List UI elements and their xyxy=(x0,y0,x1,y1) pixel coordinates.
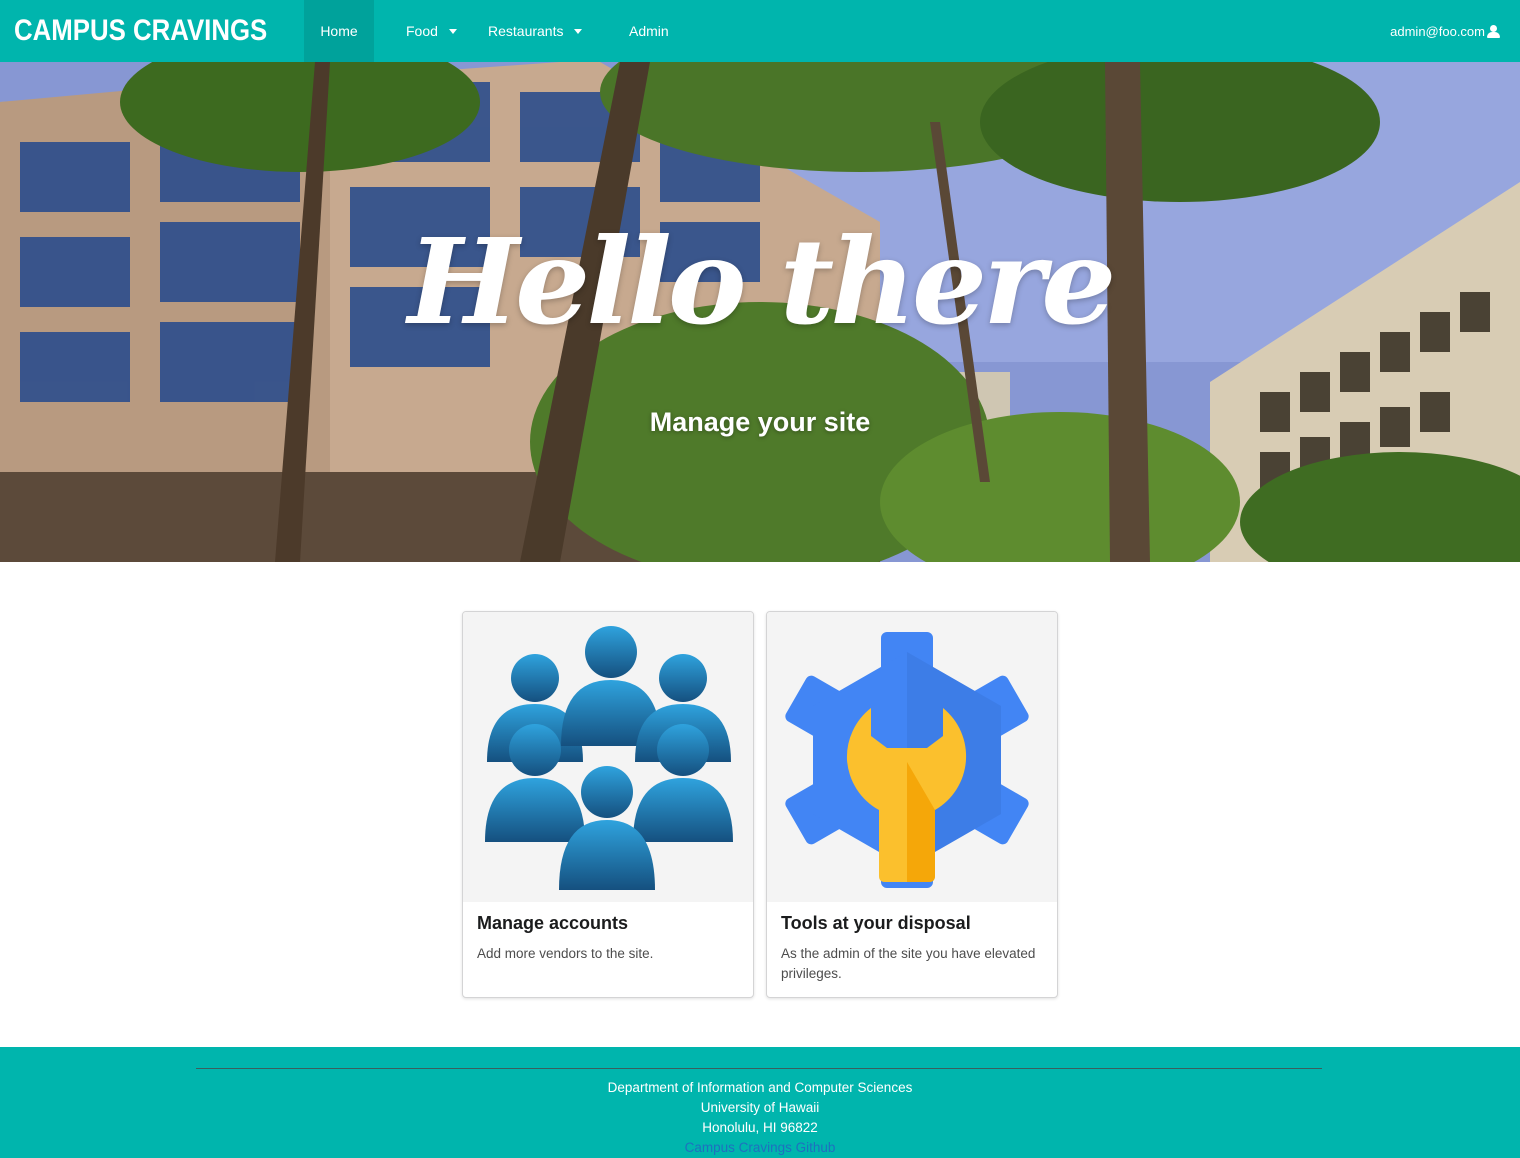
footer-divider xyxy=(196,1068,1322,1069)
users-group-icon xyxy=(485,626,733,890)
nav-home[interactable]: Home xyxy=(304,0,374,62)
caret-down-icon xyxy=(574,28,583,34)
user-email: admin@foo.com xyxy=(1390,23,1485,39)
hero-banner: Hello there Manage your site xyxy=(0,62,1520,562)
tools-card[interactable]: Tools at your disposal As the admin of t… xyxy=(766,611,1058,998)
user-menu[interactable]: admin@foo.com xyxy=(1390,0,1500,62)
hero-subtitle: Manage your site xyxy=(649,407,871,437)
top-navbar: CAMPUS CRAVINGS Home Food Restaurants Ad… xyxy=(0,0,1520,62)
github-link[interactable]: Campus Cravings Github xyxy=(685,1140,836,1155)
card-description: As the admin of the site you have elevat… xyxy=(781,946,1036,981)
caret-down-icon xyxy=(448,28,457,34)
user-icon xyxy=(1487,24,1500,38)
brand-logo[interactable]: CAMPUS CRAVINGS xyxy=(14,12,267,50)
footer-address: Honolulu, HI 96822 xyxy=(702,1120,818,1135)
footer-department: Department of Information and Computer S… xyxy=(607,1080,913,1095)
card-header: Tools at your disposal xyxy=(781,913,971,933)
nav-restaurants-label: Restaurants xyxy=(488,23,564,39)
nav-restaurants-dropdown[interactable]: Restaurants xyxy=(488,0,583,62)
card-image xyxy=(463,612,753,902)
card-description: Add more vendors to the site. xyxy=(477,946,654,961)
card-header: Manage accounts xyxy=(477,913,629,933)
hero-title: Hello there xyxy=(407,212,1117,351)
card-image xyxy=(767,612,1057,902)
settings-wrench-icon xyxy=(785,632,1029,888)
nav-admin-label: Admin xyxy=(629,23,669,39)
manage-accounts-card[interactable]: Manage accounts Add more vendors to the … xyxy=(462,611,754,998)
page-footer: Department of Information and Computer S… xyxy=(0,1047,1520,1158)
nav-home-label: Home xyxy=(320,23,358,39)
nav-admin[interactable]: Admin xyxy=(629,0,669,62)
nav-food-dropdown[interactable]: Food xyxy=(406,0,457,62)
footer-text: Department of Information and Computer S… xyxy=(0,1078,1520,1158)
footer-university: University of Hawaii xyxy=(700,1100,820,1115)
nav-food-label: Food xyxy=(406,23,438,39)
